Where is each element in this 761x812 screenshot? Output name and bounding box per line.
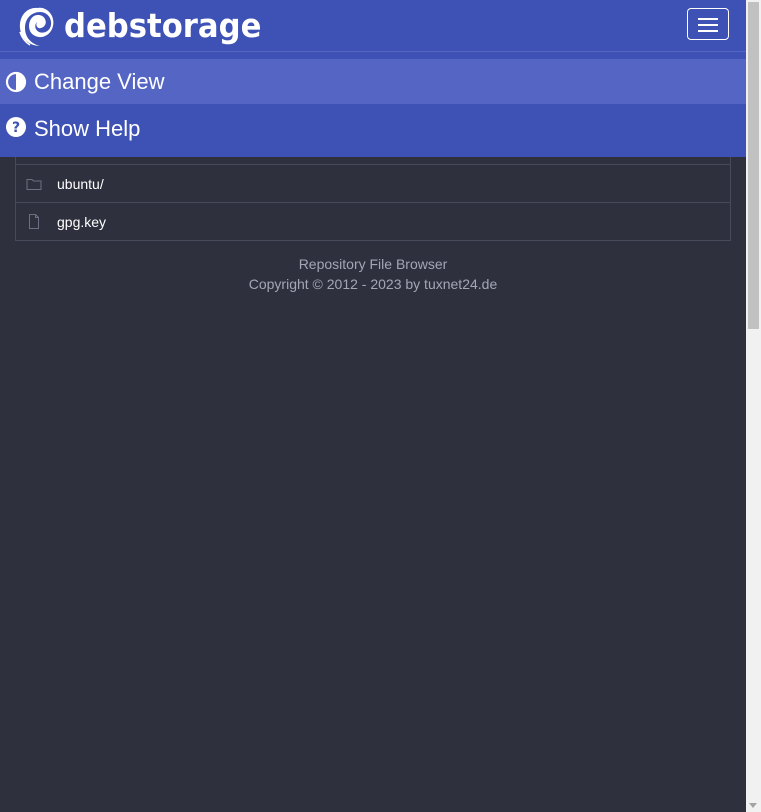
scrollbar-thumb[interactable] [748,2,759,329]
file-row-ubuntu[interactable]: ubuntu/ [16,164,730,202]
menu-item-show-help[interactable]: ? Show Help [0,104,746,157]
question-circle-icon: ? [5,116,27,138]
navbar-divider [0,52,746,59]
top-navbar: debstorage [0,0,746,52]
vertical-scrollbar[interactable] [746,0,761,812]
brand-name: debstorage [64,5,262,45]
file-icon [26,214,42,230]
scroll-down-arrow-icon[interactable] [749,803,757,808]
svg-text:?: ? [12,120,20,136]
file-row-gpg-key[interactable]: gpg.key [16,202,730,240]
file-list-table: ubuntu/ gpg.key [15,157,731,241]
file-name[interactable]: gpg.key [57,214,106,230]
menu-item-label: Change View [34,68,165,94]
brand-link[interactable]: debstorage [16,1,276,51]
half-circle-contrast-icon [5,71,27,93]
menu-item-change-view[interactable]: Change View [0,59,746,104]
navbar-menu: Change View ? Show Help [0,59,746,157]
folder-icon [26,176,42,192]
page-footer: Repository File Browser Copyright © 2012… [0,254,746,294]
menu-item-label: Show Help [34,116,141,141]
debian-swirl-icon [19,7,54,46]
page: debstorage Change View ? Show Help ubunt… [0,0,746,812]
footer-title: Repository File Browser [298,256,448,272]
footer-copyright: Copyright © 2012 - 2023 by tuxnet24.de [248,276,498,292]
table-header-row [16,157,730,164]
file-name[interactable]: ubuntu/ [57,176,104,192]
navbar-toggle-button[interactable] [687,8,729,40]
